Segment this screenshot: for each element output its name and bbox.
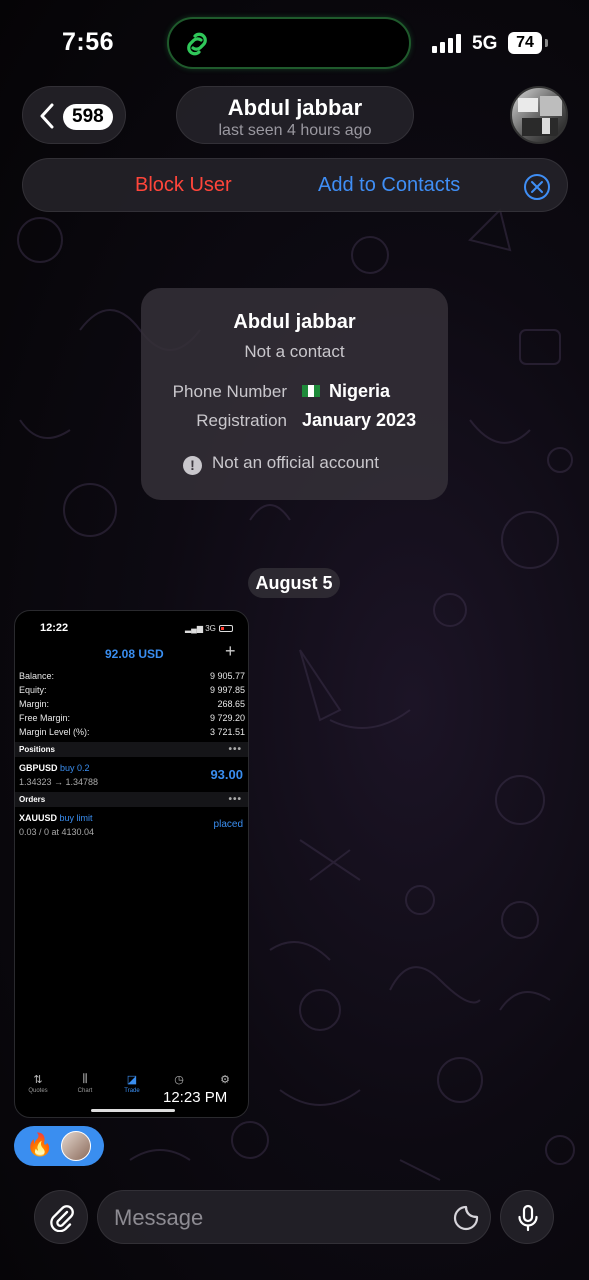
official-note: ! Not an official account <box>183 453 379 475</box>
back-button[interactable]: 598 <box>22 86 126 144</box>
country-name: Nigeria <box>329 381 391 401</box>
free-margin-row: Free Margin: 9 729.20 <box>19 713 245 723</box>
more-icon: ••• <box>228 744 242 755</box>
phone-number-label: Phone Number <box>172 382 287 401</box>
screenshot-battery-icon <box>218 625 233 632</box>
info-contact-status: Not a contact <box>244 342 345 361</box>
row-value: 268.65 <box>217 699 245 709</box>
info-name: Abdul jabbar <box>233 311 356 333</box>
fire-icon: 🔥 <box>26 1132 54 1157</box>
margin-level-row: Margin Level (%): 3 721.51 <box>19 727 245 737</box>
reactor-avatar <box>61 1131 91 1161</box>
balance-row: Balance: 9 905.77 <box>19 671 245 681</box>
add-to-contacts-button[interactable]: Add to Contacts <box>318 174 460 197</box>
exclamation-icon: ! <box>183 456 202 475</box>
status-bar: 7:56 5G 74 <box>0 0 589 86</box>
row-value: 9 729.20 <box>209 713 245 723</box>
account-balance: 92.08 USD <box>105 647 164 661</box>
row-label: Balance: <box>19 671 55 681</box>
link-icon <box>187 32 207 56</box>
tab-label: Trade <box>124 1088 140 1094</box>
unread-count-badge: 598 <box>63 104 113 130</box>
attach-button[interactable] <box>34 1190 88 1244</box>
equity-row: Equity: 9 997.85 <box>19 685 245 695</box>
date-separator: August 5 <box>248 568 340 598</box>
chart-icon: ⫼ <box>82 1073 88 1085</box>
more-icon: ••• <box>228 794 242 805</box>
official-note-text: Not an official account <box>212 453 379 472</box>
sticker-icon[interactable] <box>452 1204 480 1232</box>
order-symbol: XAUUSD buy limit <box>19 813 93 823</box>
position-side: buy 0.2 <box>60 763 90 773</box>
row-label: Equity: <box>19 685 47 695</box>
tab-chart: ⫼ Chart <box>63 1073 107 1094</box>
contact-action-bar: Block User Add to Contacts <box>22 158 568 212</box>
chat-title[interactable]: Abdul jabbar last seen 4 hours ago <box>176 86 414 144</box>
paperclip-icon <box>50 1205 74 1232</box>
signal-icon <box>432 34 461 53</box>
order-status: placed <box>213 819 243 830</box>
position-symbol: GBPUSD buy 0.2 <box>19 763 90 773</box>
margin-row: Margin: 268.65 <box>19 699 245 709</box>
last-seen-status: last seen 4 hours ago <box>218 122 372 139</box>
screenshot-time: 12:22 <box>40 622 69 634</box>
chevron-left-icon <box>40 103 54 129</box>
row-value: 9 997.85 <box>209 685 245 695</box>
orders-header: Orders ••• <box>15 792 248 807</box>
position-profit: 93.00 <box>210 767 243 782</box>
registration-label: Registration <box>196 411 287 430</box>
avatar[interactable] <box>510 86 568 144</box>
tab-label: Chart <box>77 1088 93 1094</box>
phone-number-value: Nigeria <box>302 381 390 402</box>
screenshot-network: 3G <box>205 624 216 633</box>
status-time: 7:56 <box>62 28 115 56</box>
screenshot-message[interactable]: 12:22 ▂▄▆ 3G 92.08 USD + Balance: 9 905.7… <box>14 610 249 1118</box>
row-label: Margin: <box>19 699 50 709</box>
user-info-card: Abdul jabbar Not a contact Phone Number … <box>141 288 448 500</box>
tab-label: Quotes <box>28 1088 48 1094</box>
chat-name: Abdul jabbar <box>227 95 363 120</box>
battery-icon: 74 <box>508 32 542 54</box>
row-value: 9 905.77 <box>209 671 245 681</box>
positions-title: Positions <box>19 745 56 754</box>
screenshot-status: ▂▄▆ 3G <box>185 624 233 633</box>
trade-icon: ◪ <box>126 1074 138 1086</box>
symbol-name: XAUUSD <box>19 813 58 823</box>
order-detail: 0.03 / 0 at 4130.04 <box>19 827 95 837</box>
plus-icon: + <box>225 641 236 661</box>
row-value: 3 721.51 <box>209 727 245 737</box>
network-type: 5G <box>472 33 498 54</box>
settings-icon: ⚙ <box>220 1074 230 1086</box>
positions-header: Positions ••• <box>15 742 248 757</box>
row-label: Margin Level (%): <box>19 727 90 737</box>
tab-quotes: ⇅ Quotes <box>16 1073 60 1094</box>
block-user-button[interactable]: Block User <box>135 174 232 197</box>
dynamic-island <box>167 17 411 69</box>
symbol-name: GBPUSD <box>19 763 58 773</box>
tab-trade: ◪ Trade <box>110 1073 154 1094</box>
quotes-icon: ⇅ <box>33 1074 43 1086</box>
history-icon: ◷ <box>174 1074 184 1086</box>
reaction-badge[interactable]: 🔥 <box>14 1126 104 1166</box>
tab-history: ◷ <box>157 1073 201 1088</box>
position-prices: 1.34323 → 1.34788 <box>19 777 99 787</box>
microphone-icon <box>518 1204 538 1232</box>
row-label: Free Margin: <box>19 713 71 723</box>
voice-message-button[interactable] <box>500 1190 554 1244</box>
message-input-container <box>97 1190 491 1244</box>
message-input[interactable] <box>114 1204 444 1232</box>
order-side: buy limit <box>59 813 93 823</box>
orders-title: Orders <box>19 795 46 804</box>
close-icon[interactable] <box>523 173 551 201</box>
home-indicator <box>91 1109 175 1112</box>
tab-settings: ⚙ <box>203 1073 247 1088</box>
registration-value: January 2023 <box>302 410 417 430</box>
nigeria-flag-icon <box>302 385 320 397</box>
message-time: 12:23 PM <box>160 1088 231 1107</box>
battery-level: 74 <box>516 34 534 51</box>
battery-tip <box>545 39 548 47</box>
